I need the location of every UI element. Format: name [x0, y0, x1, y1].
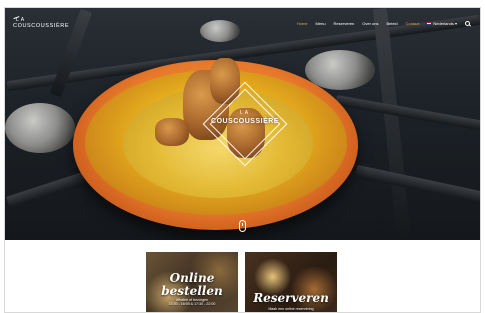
stove-grate: [355, 164, 480, 204]
nav-contact[interactable]: Contact: [406, 21, 420, 26]
online-order-title: Online bestellen: [146, 272, 238, 297]
nav-over-ons[interactable]: Over ons: [362, 21, 378, 26]
stove-grate: [335, 95, 480, 131]
hero-logo-la: LA: [239, 110, 251, 116]
burner: [200, 20, 240, 42]
hero-logo-name: COUSCOUSSIÈRE: [211, 118, 279, 125]
brand-name: COUSCOUSSIÈRE: [13, 23, 70, 29]
hero-logo: LA COUSCOUSSIÈRE: [195, 74, 295, 174]
online-order-hours: 15:30 - 16:00 & 17:30 - 22:00: [168, 302, 216, 307]
reservation-title: Reserveren: [253, 291, 329, 305]
nav-beleid[interactable]: Beleid: [386, 21, 397, 26]
scroll-down-icon[interactable]: [239, 220, 246, 232]
nav-menu[interactable]: Menu: [316, 21, 326, 26]
online-order-subtitle: Afhalen of bezorgen 15:30 - 16:00 & 17:3…: [146, 298, 238, 307]
online-order-title-line2: bestellen: [161, 283, 223, 298]
search-icon[interactable]: [465, 21, 470, 26]
nav-home[interactable]: Home: [297, 21, 308, 26]
main-nav: Home Menu Reserveren Over ons Beleid Con…: [297, 21, 470, 26]
reservation-card[interactable]: Reserveren Maak een online reservering: [245, 252, 337, 312]
stove-grate: [372, 8, 412, 240]
brand-logo[interactable]: LA COUSCOUSSIÈRE: [13, 16, 70, 30]
language-selector[interactable]: Nederlands ▾: [427, 21, 457, 26]
cta-cards: Online bestellen Afhalen of bezorgen 15:…: [5, 240, 480, 312]
reservation-subtitle: Maak een online reservering: [268, 307, 314, 311]
nav-reserveren[interactable]: Reserveren: [334, 21, 355, 26]
dutch-flag-icon: [427, 22, 432, 26]
chevron-down-icon: ▾: [454, 21, 457, 26]
hero-banner: LA COUSCOUSSIÈRE Home Menu Reserveren Ov…: [5, 8, 480, 240]
burner: [5, 103, 75, 153]
browser-frame: LA COUSCOUSSIÈRE Home Menu Reserveren Ov…: [4, 7, 481, 313]
online-order-card[interactable]: Online bestellen Afhalen of bezorgen 15:…: [146, 252, 238, 312]
language-label: Nederlands: [433, 21, 454, 26]
chicken: [155, 118, 189, 146]
online-order-title-line1: Online: [169, 271, 215, 285]
